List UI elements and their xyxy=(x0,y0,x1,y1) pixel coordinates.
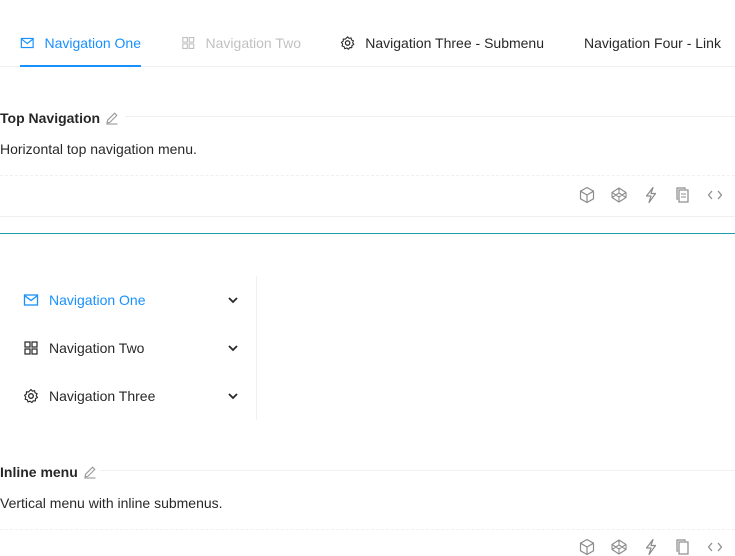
code-icon[interactable] xyxy=(707,186,723,204)
appstore-icon xyxy=(182,37,195,49)
mail-icon xyxy=(23,294,39,306)
edit-icon[interactable] xyxy=(105,111,119,125)
submenu-navigation-one[interactable]: Navigation One xyxy=(0,280,256,320)
codesandbox-icon[interactable] xyxy=(579,538,595,556)
menu-item-link-label: Navigation Four - Link xyxy=(584,35,721,51)
top-navigation-menu: Navigation One Navigation Two Navigation… xyxy=(0,0,735,67)
menu-item-navigation-one[interactable]: Navigation One xyxy=(20,22,141,67)
codepen-icon[interactable] xyxy=(611,538,627,556)
setting-icon xyxy=(23,388,39,404)
chevron-down-icon xyxy=(228,393,238,400)
section-title-text: Inline menu xyxy=(0,464,78,480)
submenu-navigation-two[interactable]: Navigation Two xyxy=(0,328,256,368)
menu-item-label: Navigation Three - Submenu xyxy=(365,35,544,51)
copy-icon[interactable] xyxy=(675,538,691,556)
menu-item-label: Navigation One xyxy=(44,35,141,51)
section-title-divider xyxy=(100,470,735,471)
thunderbolt-icon[interactable] xyxy=(643,538,659,556)
mail-icon xyxy=(20,37,34,49)
dashed-divider xyxy=(0,529,735,530)
submenu-label: Navigation Three xyxy=(49,388,156,404)
section-divider xyxy=(0,216,735,217)
copy-icon[interactable] xyxy=(675,186,691,204)
submenu-label: Navigation Two xyxy=(49,340,145,356)
section-title-inline-menu: Inline menu xyxy=(0,464,97,480)
submenu-navigation-three[interactable]: Navigation Three - Submenu xyxy=(340,22,544,66)
codesandbox-icon[interactable] xyxy=(579,186,595,204)
section-title-divider xyxy=(125,116,735,117)
chevron-down-icon xyxy=(228,345,238,352)
section-title-text: Top Navigation xyxy=(0,110,101,126)
teal-divider xyxy=(0,233,735,234)
section-description: Vertical menu with inline submenus. xyxy=(0,495,223,511)
submenu-navigation-three[interactable]: Navigation Three xyxy=(0,376,256,416)
menu-item-navigation-four-link[interactable]: Navigation Four - Link xyxy=(584,22,724,66)
code-actions-toolbar xyxy=(579,538,723,556)
codepen-icon[interactable] xyxy=(611,186,627,204)
dashed-divider xyxy=(0,175,735,176)
menu-item-navigation-two[interactable]: Navigation Two xyxy=(181,22,301,66)
menu-item-label: Navigation Two xyxy=(205,35,301,51)
appstore-icon xyxy=(24,341,38,355)
code-icon[interactable] xyxy=(707,538,723,556)
chevron-down-icon xyxy=(228,297,238,304)
code-actions-toolbar xyxy=(579,186,723,204)
edit-icon[interactable] xyxy=(83,465,97,479)
thunderbolt-icon[interactable] xyxy=(643,186,659,204)
section-description: Horizontal top navigation menu. xyxy=(0,141,197,157)
submenu-label: Navigation One xyxy=(49,292,146,308)
section-title-top-navigation: Top Navigation xyxy=(0,110,119,126)
inline-vertical-menu: Navigation One Navigation Two Navigation… xyxy=(0,276,257,420)
setting-icon xyxy=(340,36,355,50)
